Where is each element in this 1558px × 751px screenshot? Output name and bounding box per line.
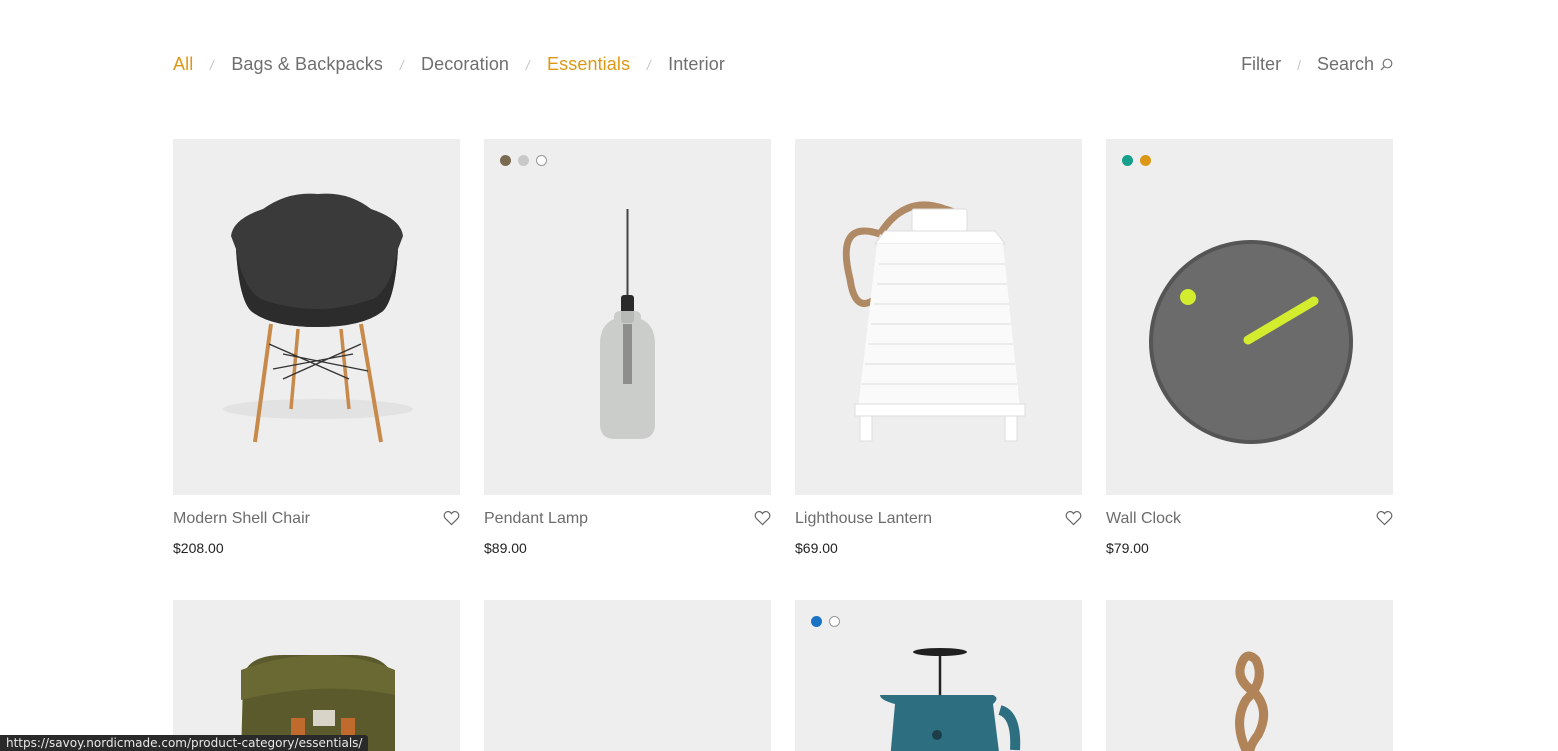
category-essentials[interactable]: Essentials: [547, 54, 630, 75]
product-image-backpack[interactable]: [173, 600, 460, 751]
shop-tools: Filter / Search: [1241, 54, 1393, 75]
filter-button[interactable]: Filter: [1241, 54, 1281, 75]
category-decoration[interactable]: Decoration: [421, 54, 509, 75]
heart-icon[interactable]: [754, 510, 771, 526]
color-swatches: [1122, 155, 1151, 166]
category-nav: All / Bags & Backpacks / Decoration / Es…: [173, 54, 725, 75]
product-image-placeholder[interactable]: [484, 600, 771, 751]
category-separator: /: [398, 56, 406, 73]
category-bags-backpacks[interactable]: Bags & Backpacks: [231, 54, 383, 75]
swatch-blue[interactable]: [811, 616, 822, 627]
product-price: $89.00: [484, 540, 527, 556]
product-image-clock[interactable]: [1106, 139, 1393, 495]
product-image-chair[interactable]: [173, 139, 460, 495]
product-image-coffee-press[interactable]: [795, 600, 1082, 751]
color-swatches: [811, 616, 840, 627]
product-meta: Modern Shell Chair $208.00: [173, 495, 460, 565]
product-card[interactable]: Wall Clock $79.00: [1106, 139, 1393, 565]
heart-icon[interactable]: [1376, 510, 1393, 526]
swatch-white[interactable]: [536, 155, 547, 166]
category-interior[interactable]: Interior: [668, 54, 725, 75]
lamp-image: [600, 209, 655, 439]
product-meta: Pendant Lamp $89.00: [484, 495, 771, 565]
product-image-lamp[interactable]: [484, 139, 771, 495]
product-card[interactable]: Lighthouse Lantern $69.00: [795, 139, 1082, 565]
category-all[interactable]: All: [173, 54, 193, 75]
product-image-lantern[interactable]: [795, 139, 1082, 495]
product-image-rope[interactable]: [1106, 600, 1393, 751]
tools-separator: /: [1297, 56, 1301, 73]
swatch-white[interactable]: [829, 616, 840, 627]
heart-icon[interactable]: [443, 510, 460, 526]
product-card[interactable]: Pendant Lamp $89.00: [484, 139, 771, 565]
product-card[interactable]: [795, 600, 1082, 751]
status-url: https://savoy.nordicmade.com/product-cat…: [0, 735, 369, 751]
swatch-teal[interactable]: [1122, 155, 1133, 166]
product-price: $79.00: [1106, 540, 1149, 556]
product-name[interactable]: Wall Clock: [1106, 510, 1181, 528]
lantern-image: [842, 201, 1026, 442]
search-icon: [1380, 58, 1393, 71]
product-price: $208.00: [173, 540, 224, 556]
category-separator: /: [524, 56, 532, 73]
color-swatches: [500, 155, 547, 166]
search-button[interactable]: Search: [1317, 54, 1393, 75]
product-meta: Wall Clock $79.00: [1106, 495, 1393, 565]
heart-icon[interactable]: [1065, 510, 1082, 526]
swatch-orange[interactable]: [1140, 155, 1151, 166]
swatch-grey[interactable]: [518, 155, 529, 166]
backpack-image: [241, 655, 395, 751]
product-name[interactable]: Modern Shell Chair: [173, 510, 310, 528]
product-meta: Lighthouse Lantern $69.00: [795, 495, 1082, 565]
category-separator: /: [645, 56, 653, 73]
swatch-brown[interactable]: [500, 155, 511, 166]
product-card[interactable]: [173, 600, 460, 751]
rope-image: [1235, 651, 1269, 751]
product-card[interactable]: [1106, 600, 1393, 751]
chair-image: [223, 193, 413, 443]
category-separator: /: [208, 56, 216, 73]
product-card[interactable]: Modern Shell Chair $208.00: [173, 139, 460, 565]
product-name[interactable]: Pendant Lamp: [484, 510, 588, 528]
search-label: Search: [1316, 54, 1374, 74]
product-price: $69.00: [795, 540, 838, 556]
product-name[interactable]: Lighthouse Lantern: [795, 510, 932, 528]
product-card[interactable]: [484, 600, 771, 751]
clock-image: [1149, 240, 1353, 444]
